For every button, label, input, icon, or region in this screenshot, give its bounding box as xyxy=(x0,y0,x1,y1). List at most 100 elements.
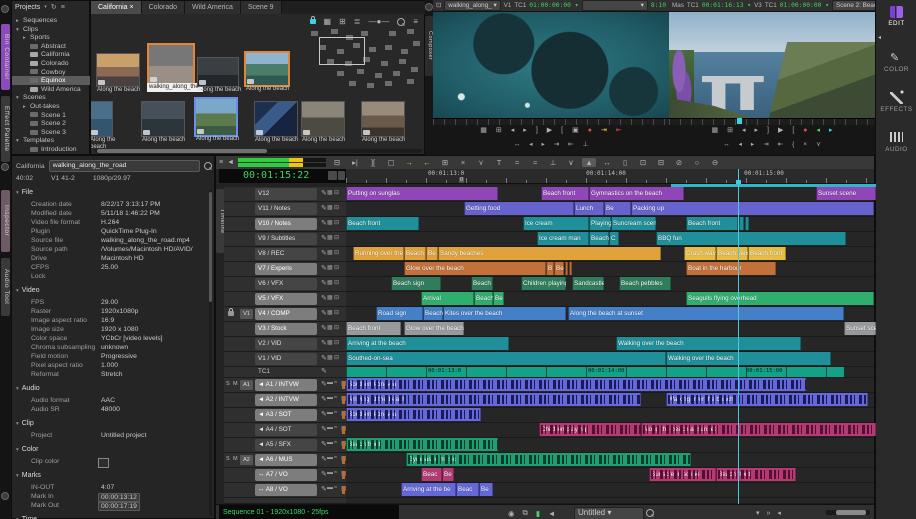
track-name-button[interactable]: ◄ A4 / SOT xyxy=(255,424,317,436)
timeline-clip[interactable]: Beach front xyxy=(346,438,498,451)
rec-goto-in-icon[interactable]: ⇤ xyxy=(778,140,783,148)
edit-blocks-icon[interactable] xyxy=(890,6,903,18)
pen-icon[interactable]: ✎ xyxy=(890,52,903,64)
fast-fwd-icon[interactable]: » xyxy=(767,510,771,517)
track-name-button[interactable]: V10 / Notes xyxy=(255,218,317,230)
timeline-clip[interactable]: Be xyxy=(426,247,438,260)
track-monitor-icon[interactable]: ▦ xyxy=(327,234,333,241)
timeline-clip[interactable]: Beach pebbles xyxy=(619,277,671,290)
track-pen-icon[interactable]: ✎ xyxy=(321,367,327,375)
source-quad-icon[interactable]: ⊞ xyxy=(496,126,502,134)
timeline-clip[interactable]: Beach xyxy=(423,307,443,320)
timeline-clip[interactable]: Beach xyxy=(404,247,426,260)
inspector-section-file[interactable]: ▾File xyxy=(16,189,33,196)
focus-icon[interactable]: ⊟ xyxy=(330,158,344,167)
rec-hook-icon[interactable]: ⋎ xyxy=(816,140,821,148)
source-extra-dropdown[interactable]: ▾ xyxy=(582,0,648,11)
timeline-clip[interactable]: Beach xyxy=(474,292,493,305)
track-monitor-icon[interactable]: ▦ xyxy=(327,279,333,286)
timeline-clip[interactable] xyxy=(739,217,744,230)
wand-icon[interactable] xyxy=(890,92,903,104)
track-pen-icon[interactable]: ✎ xyxy=(321,354,327,362)
timeline-clip[interactable]: Beach front xyxy=(716,468,796,481)
bin-clip-thumbnail[interactable]: Along the beach xyxy=(91,101,113,137)
rec-shuttle-icon[interactable]: ↔ xyxy=(723,141,730,148)
timeline-clip[interactable]: Beach view xyxy=(716,247,748,260)
goto-out-icon[interactable]: ⇥ xyxy=(554,140,559,148)
timeline-clip[interactable]: Kites over the beach xyxy=(443,307,566,320)
timeline-speaker-icon[interactable]: ◄ xyxy=(227,159,234,166)
audio-bars-icon[interactable] xyxy=(890,132,903,142)
rec-lift-icon[interactable]: { xyxy=(792,141,794,148)
track-monitor-icon[interactable]: ≈ xyxy=(334,425,337,431)
mute-icon[interactable]: ◄ xyxy=(548,509,555,518)
track-name-button[interactable]: V12 xyxy=(255,188,317,200)
track-monitor-icon[interactable]: ▦ xyxy=(327,204,333,211)
track-pen-icon[interactable]: ✎ xyxy=(321,380,327,388)
timeline-clip[interactable]: Along the beach at sunset xyxy=(641,423,876,436)
timeline-clip[interactable]: BBQ fun xyxy=(656,232,846,245)
track-monitor-icon[interactable]: ≈ xyxy=(334,395,337,401)
track-monitor-icon[interactable]: ⊟ xyxy=(334,354,339,361)
replace-icon[interactable]: ⊞ xyxy=(438,158,452,167)
timeline-clip[interactable]: Along the beach at sunset xyxy=(568,307,844,320)
track-monitor-icon[interactable]: ▬ xyxy=(327,380,333,386)
rec-step-forward-icon[interactable]: ▸ xyxy=(754,126,758,134)
record-sequence-dropdown[interactable]: Scene 2: Beac ▾ xyxy=(832,0,875,11)
panel-collapse-button[interactable] xyxy=(1,5,9,13)
inspector-section-clip[interactable]: ▾Clip xyxy=(16,420,34,427)
timeline-clip[interactable]: Children playing xyxy=(521,277,566,290)
track-pen-icon[interactable]: ✎ xyxy=(321,440,327,448)
track-monitor-icon[interactable]: ▦ xyxy=(327,249,333,256)
track-monitor-icon[interactable]: ▦ xyxy=(327,339,333,346)
keyframe-icon[interactable]: ⊥ xyxy=(546,158,560,167)
overwrite-icon[interactable]: ← xyxy=(420,158,434,167)
timeline-clip[interactable]: Crash wave xyxy=(684,247,716,260)
source-scrub-bar[interactable] xyxy=(433,118,669,125)
track-pen-icon[interactable]: ✎ xyxy=(321,264,327,272)
timeline-clip[interactable]: Beach xyxy=(589,232,609,245)
inspector-section-marks[interactable]: ▾Marks xyxy=(16,472,41,479)
timeline-clip[interactable]: Sunscreen scene xyxy=(649,468,716,481)
timeline-clip[interactable]: Beac xyxy=(456,483,479,496)
track-monitor-icon[interactable]: ⊟ xyxy=(334,204,339,211)
timeline-clip[interactable]: Walking over the beach xyxy=(616,337,801,350)
inspector-section-video[interactable]: ▾Video xyxy=(16,287,40,294)
bin-clip-thumbnail[interactable]: walking_along_the_road xyxy=(147,43,195,85)
track-monitor-icon[interactable]: ▦ xyxy=(327,189,333,196)
timeline-clip[interactable]: Southend-on-sea xyxy=(346,408,481,421)
track-monitor-icon[interactable]: ▦ xyxy=(327,294,333,301)
inspector-section-audio[interactable]: ▾Audio xyxy=(16,385,40,392)
sidebar-item-effects[interactable]: EFFECTS xyxy=(876,106,916,113)
rec-out-mark-icon[interactable]: ▸ xyxy=(829,126,833,134)
bin-clip-thumbnail[interactable]: Along the beach xyxy=(244,51,290,87)
composer-collapse-button[interactable] xyxy=(425,3,433,11)
mute-button[interactable]: M xyxy=(233,381,238,387)
rail-tab-effect-palette[interactable]: Effect Palette xyxy=(1,96,10,162)
track-name-button[interactable]: ↔ A7 / VO xyxy=(255,469,317,481)
timeline-clip[interactable]: Getting food xyxy=(464,202,574,215)
track-pen-icon[interactable]: ✎ xyxy=(321,485,327,493)
track-monitor-icon[interactable]: ⊟ xyxy=(334,219,339,226)
bin-clip-thumbnail[interactable]: Along the beach xyxy=(96,53,140,87)
timeline-clip[interactable]: Road sign xyxy=(376,307,423,320)
timeline-clip[interactable]: Be xyxy=(604,202,631,215)
solo-button[interactable]: S xyxy=(226,456,230,462)
monitor-icon[interactable]: ⧉ xyxy=(523,508,528,518)
timeline-clip[interactable]: Sunset scene xyxy=(816,187,876,200)
timeline-playhead[interactable] xyxy=(738,169,739,504)
timeline-clip[interactable]: Gymnastics on the beach xyxy=(589,187,684,200)
bin-tab-colorado[interactable]: Colorado xyxy=(142,1,185,14)
timeline-clip[interactable] xyxy=(569,262,572,275)
track-monitor-icon[interactable]: ▬ xyxy=(327,425,333,431)
track-name-button[interactable]: V9 / Subtitles xyxy=(255,233,317,245)
rail-tab-bin-container[interactable]: Bin Container xyxy=(1,24,10,90)
timeline-clip[interactable]: Running over the s xyxy=(353,247,404,260)
track-pen-icon[interactable]: ✎ xyxy=(321,219,327,227)
track-monitor-icon[interactable]: ▬ xyxy=(327,410,333,416)
trim-mode-icon[interactable]: ][ xyxy=(366,158,380,167)
track-monitor-icon[interactable]: ▦ xyxy=(327,354,333,361)
refresh-icon[interactable]: ↻ xyxy=(51,3,57,11)
timeline-clip[interactable]: Beach front xyxy=(686,217,738,230)
timeline-clip[interactable]: Sandy beaches xyxy=(438,247,661,260)
